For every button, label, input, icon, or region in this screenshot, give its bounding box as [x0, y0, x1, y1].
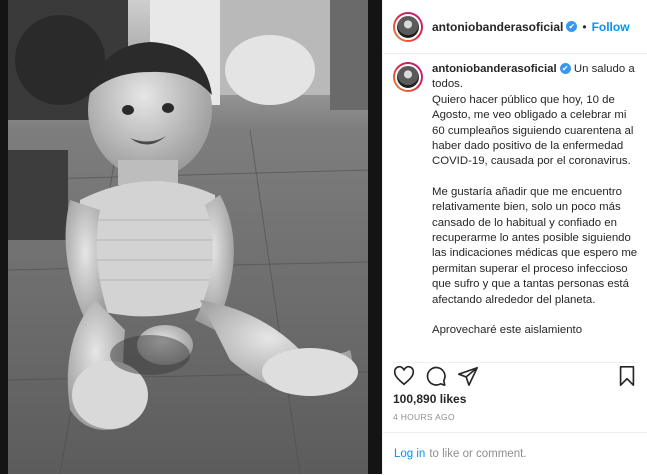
caption-text: antoniobanderasoficial ✔ Un saludo a todo…: [432, 62, 640, 352]
bookmark-icon[interactable]: [616, 365, 638, 392]
post-details-panel: antoniobanderasoficial ✔ • Follow antoni…: [382, 0, 647, 474]
separator-dot: •: [582, 19, 587, 34]
post-header: antoniobanderasoficial ✔ • Follow: [383, 0, 647, 54]
comment-bar: Log in to like or comment.: [383, 432, 647, 475]
baby-photo-illustration: [0, 0, 382, 474]
follow-button[interactable]: Follow: [592, 20, 630, 34]
comment-prompt: to like or comment.: [429, 448, 527, 460]
caption-verified-badge-icon: ✔: [559, 63, 571, 75]
caption-scroll-area[interactable]: antoniobanderasoficial ✔ Un saludo a todo…: [393, 62, 642, 352]
caption-avatar[interactable]: [393, 62, 423, 92]
post-timestamp[interactable]: 4 HOURS AGO: [393, 412, 455, 422]
caption-paragraph-1: Quiero hacer público que hoy, 10 de Agos…: [432, 93, 634, 168]
comment-icon[interactable]: [425, 365, 447, 392]
heart-icon[interactable]: [393, 365, 415, 392]
username-link[interactable]: antoniobanderasoficial: [432, 20, 563, 34]
share-icon[interactable]: [457, 365, 479, 392]
action-bar: [393, 362, 638, 395]
caption-paragraph-3: Aprovecharé este aislamiento: [432, 324, 583, 337]
login-link[interactable]: Log in: [394, 448, 425, 460]
likes-count[interactable]: 100,890 likes: [393, 392, 466, 406]
post-photo[interactable]: [0, 0, 382, 474]
caption-username[interactable]: antoniobanderasoficial: [432, 63, 557, 75]
verified-badge-icon: ✔: [566, 21, 578, 32]
caption-row: antoniobanderasoficial ✔ Un saludo a todo…: [393, 62, 642, 352]
avatar[interactable]: [393, 11, 423, 42]
caption-paragraph-2: Me gustaría añadir que me encuentro rela…: [432, 185, 638, 306]
